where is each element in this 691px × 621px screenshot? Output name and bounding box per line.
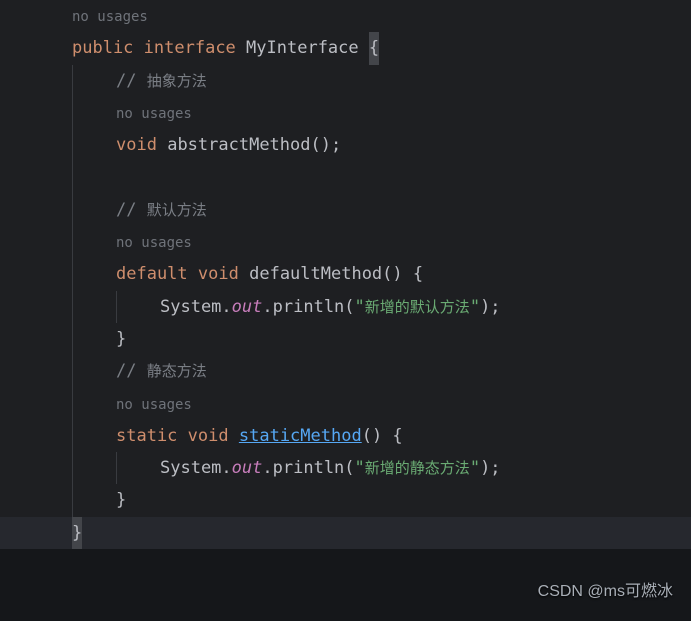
keyword-static: static — [116, 426, 177, 446]
no-usages-label: no usages — [116, 235, 192, 251]
field-out: out — [232, 297, 263, 317]
indent-guide — [72, 65, 73, 517]
comment-slashes: // — [116, 361, 147, 381]
comment-slashes: // — [116, 71, 147, 91]
method-name: abstractMethod — [167, 135, 310, 155]
keyword-void: void — [198, 264, 239, 284]
method-tail: (); — [311, 135, 342, 155]
code-line-comment: // 抽象方法 — [116, 65, 691, 97]
code-line-method-abstract: void abstractMethod(); — [116, 129, 691, 161]
code-line-close-brace: } — [116, 323, 691, 355]
close-brace: } — [72, 517, 82, 549]
usage-hint: no usages — [116, 388, 691, 420]
keyword-default: default — [116, 264, 188, 284]
comment-text: 默认方法 — [147, 202, 207, 219]
code-line-interface-decl: public interface MyInterface { — [72, 32, 691, 64]
code-line-println: System.out.println("新增的静态方法"); — [160, 452, 691, 484]
method-sig-tail: () { — [382, 264, 423, 284]
no-usages-label: no usages — [72, 9, 148, 25]
method-call: println — [273, 297, 345, 317]
string-literal: 新增的默认方法 — [365, 299, 470, 316]
blank-line — [116, 161, 691, 193]
keyword-void: void — [116, 135, 157, 155]
code-line-method-static: static void staticMethod() { — [116, 420, 691, 452]
code-line-comment: // 静态方法 — [116, 355, 691, 387]
keyword-public: public — [72, 38, 133, 58]
class-ref: System — [160, 297, 221, 317]
code-line-comment: // 默认方法 — [116, 194, 691, 226]
method-name: defaultMethod — [249, 264, 382, 284]
field-out: out — [232, 458, 263, 478]
method-sig-tail: () { — [362, 426, 403, 446]
comment-slashes: // — [116, 200, 147, 220]
keyword-void: void — [188, 426, 229, 446]
usage-hint: no usages — [116, 226, 691, 258]
code-line-close-brace: } — [116, 484, 691, 516]
watermark: CSDN @ms可燃冰 — [538, 577, 673, 607]
code-line-close-brace: } — [72, 517, 691, 549]
no-usages-label: no usages — [116, 106, 192, 122]
usage-hint: no usages — [72, 0, 691, 32]
method-call: println — [273, 458, 345, 478]
method-name-link[interactable]: staticMethod — [239, 426, 362, 446]
interface-name: MyInterface — [246, 38, 359, 58]
indent-guide — [116, 452, 117, 484]
keyword-interface: interface — [144, 38, 236, 58]
code-editor[interactable]: no usages public interface MyInterface {… — [0, 0, 691, 540]
code-line-method-default: default void defaultMethod() { — [116, 258, 691, 290]
open-brace: { — [369, 32, 379, 64]
comment-text: 抽象方法 — [147, 73, 207, 90]
no-usages-label: no usages — [116, 397, 192, 413]
usage-hint: no usages — [116, 97, 691, 129]
indent-guide — [116, 291, 117, 323]
class-ref: System — [160, 458, 221, 478]
comment-text: 静态方法 — [147, 363, 207, 380]
code-line-println: System.out.println("新增的默认方法"); — [160, 291, 691, 323]
string-literal: 新增的静态方法 — [365, 460, 470, 477]
